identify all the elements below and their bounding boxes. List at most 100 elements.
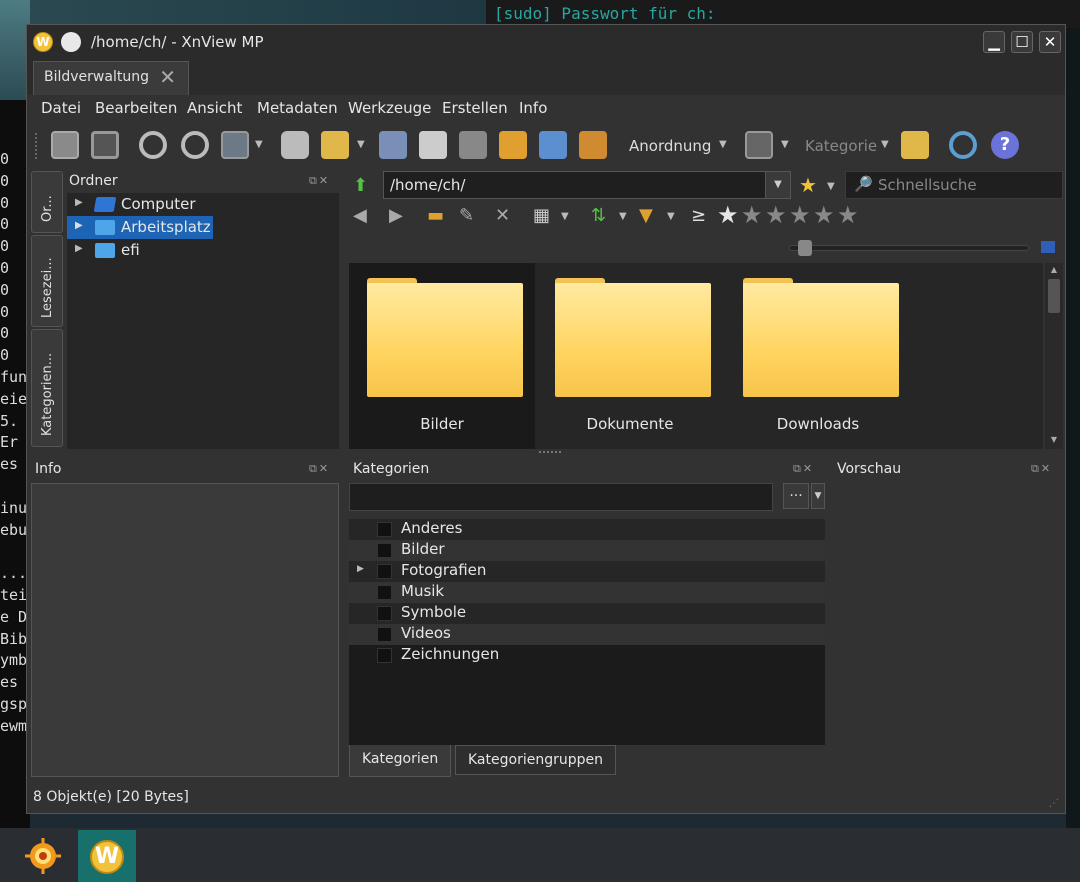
category-item-bilder[interactable]: Bilder — [349, 540, 825, 561]
view-mode-icon[interactable]: ▦ — [533, 205, 550, 226]
rating-star-icon[interactable]: ★ — [789, 201, 811, 229]
sort-icon[interactable]: ⇅ — [591, 205, 606, 226]
tree-item-efi[interactable]: ▶ efi — [73, 241, 333, 263]
expand-arrow-icon[interactable]: ▶ — [357, 564, 364, 574]
expand-arrow-icon[interactable]: ▶ — [75, 243, 83, 254]
folder-panel-float-close-icon[interactable]: ⧉✕ — [309, 174, 330, 188]
category-checkbox[interactable] — [377, 585, 392, 600]
sidetab-ordner[interactable]: Or... — [31, 171, 63, 233]
scan-icon[interactable] — [51, 131, 79, 159]
category-search-input[interactable] — [349, 483, 773, 511]
thumbnail-scrollbar[interactable]: ▲ ▼ — [1045, 263, 1063, 449]
image-edit-dropdown-icon[interactable]: ▼ — [255, 139, 263, 150]
screenshot-icon[interactable] — [539, 131, 567, 159]
thumbnail-downloads[interactable]: Downloads — [725, 263, 911, 449]
menu-bearbeiten[interactable]: Bearbeiten — [95, 99, 177, 117]
filter-dropdown-icon[interactable]: ▼ — [667, 211, 675, 222]
scroll-up-icon[interactable]: ▲ — [1047, 265, 1061, 277]
thumbnail-bilder[interactable]: Bilder — [349, 263, 535, 449]
menu-ansicht[interactable]: Ansicht — [187, 99, 242, 117]
filter-icon[interactable]: ▼ — [639, 205, 653, 226]
rating-filter-icon[interactable] — [745, 131, 773, 159]
rating-star-icon[interactable]: ★ — [813, 201, 835, 229]
binoculars-icon[interactable] — [379, 131, 407, 159]
category-dropdown-icon[interactable]: ▼ — [881, 139, 889, 150]
fullscreen-icon[interactable] — [91, 131, 119, 159]
slider-handle[interactable] — [798, 240, 812, 256]
export-icon[interactable] — [321, 131, 349, 159]
category-item-symbole[interactable]: Symbole — [349, 603, 825, 624]
category-checkbox[interactable] — [377, 648, 392, 663]
rating-star-icon[interactable]: ★ — [717, 201, 739, 229]
pin-icon[interactable] — [61, 32, 81, 52]
scroll-down-icon[interactable]: ▼ — [1047, 435, 1061, 447]
convert-icon[interactable] — [459, 131, 487, 159]
maximize-button[interactable]: ☐ — [1011, 31, 1033, 53]
path-input[interactable]: /home/ch/ — [383, 171, 771, 199]
info-panel-float-close-icon[interactable]: ⧉✕ — [309, 462, 330, 476]
tab-close-icon[interactable]: ✕ — [159, 65, 176, 89]
view-mode-dropdown-icon[interactable]: ▼ — [561, 211, 569, 222]
expand-arrow-icon[interactable]: ▶ — [75, 220, 83, 231]
favorites-dropdown-icon[interactable]: ▼ — [827, 181, 835, 192]
print-icon[interactable] — [419, 131, 447, 159]
category-more-button[interactable]: ... — [783, 483, 809, 509]
rotate-left-icon[interactable] — [139, 131, 167, 159]
thumbnail-size-slider[interactable] — [789, 240, 1029, 256]
quick-search-input[interactable]: 🔎 Schnellsuche — [845, 171, 1063, 199]
rename-icon[interactable]: ✎ — [459, 205, 474, 226]
arrange-dropdown-icon[interactable]: ▼ — [719, 139, 727, 150]
category-more-dropdown-icon[interactable]: ▼ — [811, 483, 825, 509]
categories-panel-float-close-icon[interactable]: ⧉✕ — [793, 462, 814, 476]
tab-kategoriengruppen[interactable]: Kategoriengruppen — [455, 745, 616, 775]
taskbar-xnviewmp-icon[interactable]: W — [90, 840, 124, 874]
splitter-handle[interactable] — [539, 451, 561, 455]
export-dropdown-icon[interactable]: ▼ — [357, 139, 365, 150]
properties-icon[interactable] — [281, 131, 309, 159]
category-checkbox[interactable] — [377, 627, 392, 642]
help-icon[interactable]: ? — [991, 131, 1019, 159]
tree-item-arbeitsplatz[interactable]: ▶ Arbeitsplatz — [67, 216, 333, 240]
menu-werkzeuge[interactable]: Werkzeuge — [348, 99, 431, 117]
category-item-videos[interactable]: Videos — [349, 624, 825, 645]
arrange-button[interactable]: Anordnung — [629, 137, 711, 155]
slider-end-icon[interactable] — [1041, 241, 1055, 253]
back-arrow-icon[interactable]: ◀ — [353, 205, 367, 226]
parent-folder-icon[interactable]: ⬆ — [353, 175, 368, 196]
preview-panel-float-close-icon[interactable]: ⧉✕ — [1031, 462, 1052, 476]
scroll-thumb[interactable] — [1048, 279, 1060, 313]
settings-gear-icon[interactable] — [949, 131, 977, 159]
rating-filter-dropdown-icon[interactable]: ▼ — [781, 139, 789, 150]
minimize-button[interactable]: ▁ — [983, 31, 1005, 53]
tab-kategorien[interactable]: Kategorien — [349, 745, 452, 777]
category-item-anderes[interactable]: Anderes — [349, 519, 825, 540]
path-dropdown-icon[interactable]: ▼ — [765, 171, 791, 199]
delete-icon[interactable]: ✕ — [495, 205, 510, 226]
rotate-right-icon[interactable] — [181, 131, 209, 159]
compare-icon[interactable] — [901, 131, 929, 159]
new-folder-icon[interactable]: ▬ — [427, 205, 444, 226]
category-item-musik[interactable]: Musik — [349, 582, 825, 603]
close-button[interactable]: ✕ — [1039, 31, 1061, 53]
thumbnail-dokumente[interactable]: Dokumente — [537, 263, 723, 449]
category-checkbox[interactable] — [377, 564, 392, 579]
sidetab-lesezeichen[interactable]: Lesezei... — [31, 235, 63, 327]
category-checkbox[interactable] — [377, 522, 392, 537]
rating-star-icon[interactable]: ★ — [741, 201, 763, 229]
toolbar-grip[interactable] — [35, 133, 41, 159]
menu-erstellen[interactable]: Erstellen — [442, 99, 508, 117]
category-item-zeichnungen[interactable]: Zeichnungen — [349, 645, 825, 666]
resize-grip-icon[interactable]: ⋰ — [1049, 798, 1059, 809]
tab-bildverwaltung[interactable]: Bildverwaltung ✕ — [33, 61, 189, 95]
category-checkbox[interactable] — [377, 543, 392, 558]
menu-metadaten[interactable]: Metadaten — [257, 99, 338, 117]
tree-item-computer[interactable]: ▶ Computer — [73, 195, 333, 217]
rating-star-icon[interactable]: ★ — [765, 201, 787, 229]
slideshow-icon[interactable] — [579, 131, 607, 159]
forward-arrow-icon[interactable]: ▶ — [389, 205, 403, 226]
menu-datei[interactable]: Datei — [41, 99, 81, 117]
sort-dropdown-icon[interactable]: ▼ — [619, 211, 627, 222]
menu-info[interactable]: Info — [519, 99, 547, 117]
category-item-fotografien[interactable]: ▶ Fotografien — [349, 561, 825, 582]
category-button[interactable]: Kategorie — [805, 137, 877, 155]
